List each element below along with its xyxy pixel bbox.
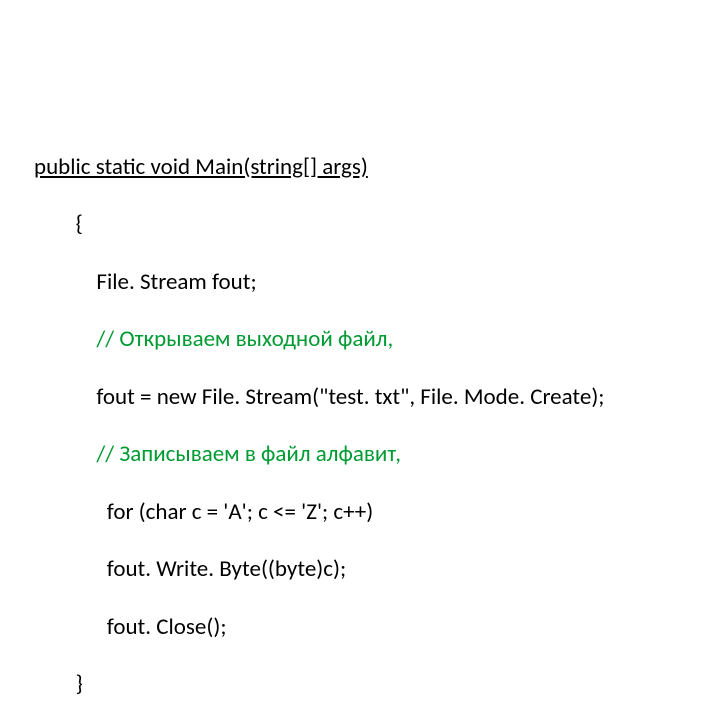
code-comment-2: // Записываем в файл алфавит, bbox=[34, 440, 604, 469]
code-line-7: for (char с = 'A'; с <= 'Z'; с++) bbox=[34, 498, 604, 527]
code-comment-1: // Открываем выходной файл, bbox=[34, 325, 604, 354]
code-line-5: fout = new File. Stream("test. txt", Fil… bbox=[34, 383, 604, 412]
code-block: public static void Main(string[] args) {… bbox=[34, 124, 604, 728]
code-line-9: fout. Close(); bbox=[34, 613, 604, 642]
code-line-10: } bbox=[34, 670, 604, 699]
code-line-1: public static void Main(string[] args) bbox=[34, 153, 604, 182]
code-line-2: { bbox=[34, 210, 604, 239]
code-line-3: File. Stream fout; bbox=[34, 268, 604, 297]
code-line-8: fout. Write. Byte((byte)с); bbox=[34, 555, 604, 584]
